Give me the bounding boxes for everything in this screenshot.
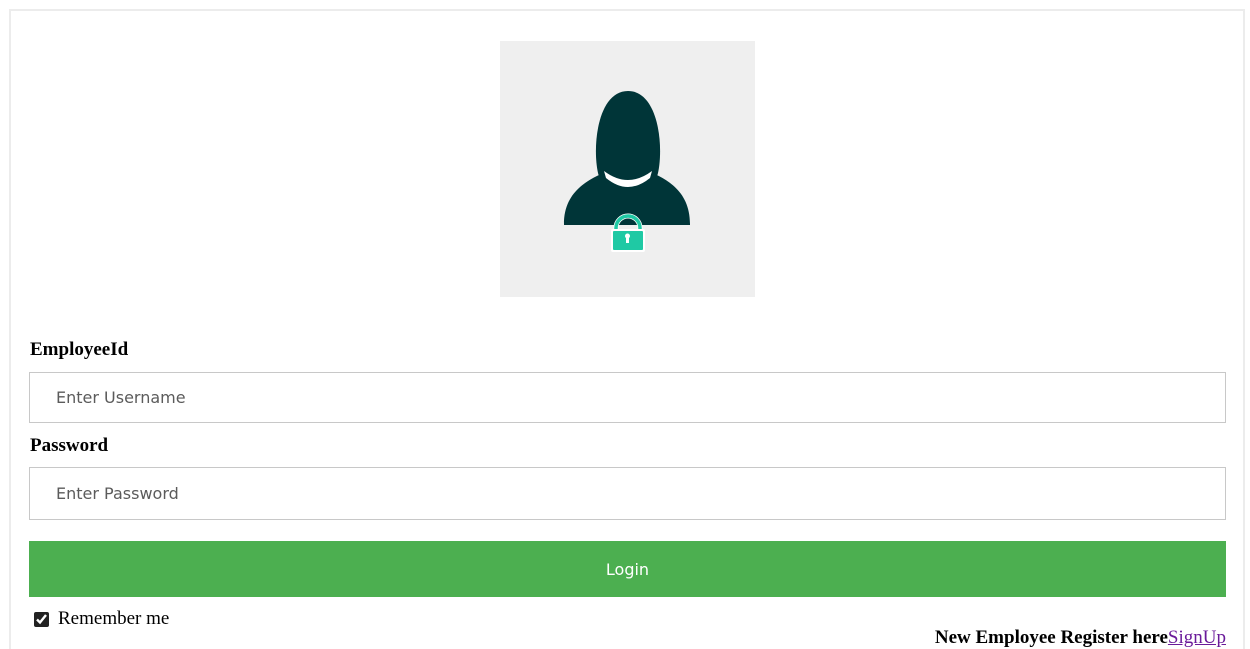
password-input[interactable] <box>29 467 1226 520</box>
avatar-image <box>500 41 755 297</box>
username-input[interactable] <box>29 372 1226 423</box>
password-label: Password <box>30 435 109 456</box>
employee-id-label: EmployeeId <box>30 339 129 360</box>
register-text: New Employee Register here <box>934 627 1168 648</box>
remember-me[interactable]: Remember me <box>34 608 169 630</box>
remember-me-label: Remember me <box>58 608 170 629</box>
register-prompt: New Employee Register hereSignUp <box>935 627 1226 649</box>
signup-link[interactable]: SignUp <box>1168 627 1226 648</box>
user-lock-icon <box>564 91 690 252</box>
remember-me-checkbox[interactable] <box>34 611 49 627</box>
login-button[interactable]: Login <box>29 541 1226 597</box>
